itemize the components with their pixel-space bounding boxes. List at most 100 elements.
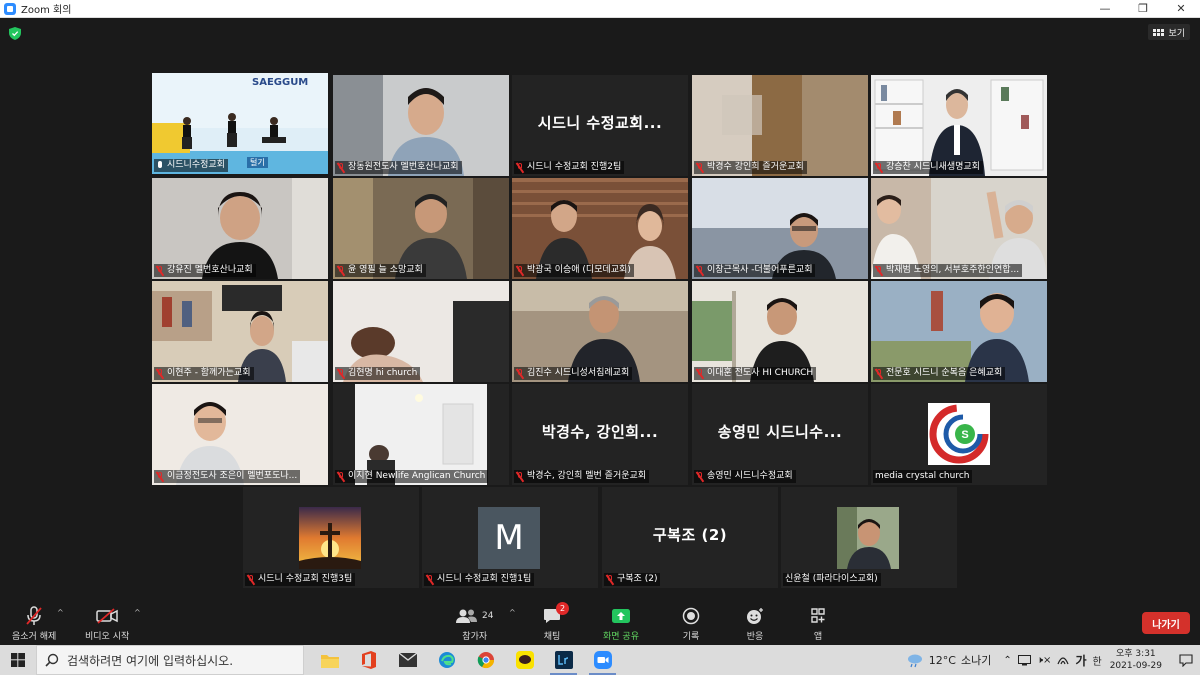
microphone-icon [156,160,164,171]
muted-microphone-icon [516,265,524,276]
muted-microphone-icon [337,368,345,379]
windows-start-button[interactable] [0,645,36,675]
display-icon[interactable] [1017,654,1031,666]
video-tile[interactable]: 전문호 시드니 순복음 은혜교회 [871,281,1047,382]
video-tile[interactable]: 이대훈 전도사 HI CHURCH [692,281,868,382]
unmute-button[interactable]: 음소거 해제 [12,606,56,642]
muted-microphone-icon [696,368,704,379]
video-tile[interactable]: M 시드니 수정교회 진행1팀 [422,487,598,588]
participant-name-tag: 전문호 시드니 순복음 은혜교회 [873,367,1006,380]
apps-icon [811,608,825,623]
taskbar-file-explorer[interactable] [310,645,349,675]
video-tile[interactable]: S media crystal church [871,384,1047,485]
muted-microphone-icon [696,162,704,173]
show-hidden-icons-icon[interactable]: ⌃ [1003,655,1011,666]
video-tile[interactable]: 강승찬 시드니새생명교회 [871,75,1047,176]
video-tile[interactable]: 시드니 수정교회... 시드니 수정교회 진행2팀 [512,75,688,176]
audio-options-caret-icon[interactable]: ^ [57,608,64,617]
notification-icon [1179,653,1193,667]
video-tile[interactable]: 이창근목사 -더불어푸른교회 [692,178,868,279]
video-tile[interactable]: 송영민 시드니수... 송영민 시드니수정교회 [692,384,868,485]
muted-microphone-icon [875,162,883,173]
muted-microphone-icon [696,471,704,482]
taskbar-office[interactable] [349,645,388,675]
view-button[interactable]: 보기 [1148,24,1190,40]
speaker-muted-icon[interactable]: 🕨× [1037,655,1052,666]
ime-korean-indicator[interactable]: 가 [1075,652,1086,669]
reactions-smiley-icon [747,608,763,624]
participant-name: 송영민 시드니수정교회 [707,471,793,481]
apps-button[interactable]: 앱 [810,606,826,642]
start-video-label: 비디오 시작 [85,632,130,642]
weather-temperature: 12°C [928,653,956,667]
video-tile[interactable]: 김진수 시드니성서침례교회 [512,281,688,382]
maximize-button[interactable]: ❐ [1124,0,1162,18]
taskbar-chrome[interactable] [466,645,505,675]
close-button[interactable]: ✕ [1162,0,1200,18]
muted-microphone-icon [426,574,434,585]
video-tile[interactable]: 이현주 - 함께가는교회 [152,281,328,382]
muted-microphone-icon [156,368,164,379]
participant-name-tag: 이현주 - 함께가는교회 [154,367,254,380]
video-tile[interactable]: 김현명 hi church [333,281,509,382]
participant-name: media crystal church [875,471,970,481]
taskbar-search-box[interactable]: 검색하려면 여기에 입력하십시오. [36,645,304,675]
minimize-button[interactable]: — [1086,0,1124,18]
leave-meeting-button[interactable]: 나가기 [1142,612,1190,634]
video-options-caret-icon[interactable]: ^ [134,608,141,617]
participant-name: 이현주 - 함께가는교회 [167,368,251,378]
muted-microphone-icon [516,471,524,482]
share-screen-button[interactable]: 화면 공유 [603,606,639,642]
shield-icon[interactable] [9,27,21,40]
participants-options-caret-icon[interactable]: ^ [509,608,516,617]
muted-microphone-icon [337,162,345,173]
chat-button[interactable]: 2 채팅 [543,602,569,642]
reactions-button[interactable]: 반응 [745,606,765,642]
start-video-button[interactable]: 비디오 시작 [85,606,129,642]
video-tile[interactable]: 구복조 (2) 구복조 (2) [602,487,778,588]
video-tile[interactable]: 박재범 노영의, 서부호주한인연합... [871,178,1047,279]
record-button[interactable]: 기록 [682,606,700,642]
participant-name-tag: 이창근목사 -더불어푸른교회 [694,264,816,277]
video-tile[interactable]: 박광국 이승애 (디모데교회) [512,178,688,279]
participant-display-name: 구복조 (2) [652,526,728,544]
participant-name-tag: 김진수 시드니성서침례교회 [514,367,633,380]
cross-sunset-avatar [299,507,361,569]
video-tile[interactable]: 이지현 Newlife Anglican Church [333,384,509,485]
participant-name: 강승찬 시드니새생명교회 [886,162,980,172]
participant-name-tag: 이금정전도사 조은이 멜번포도나... [154,470,301,483]
window-title: Zoom 회의 [21,5,72,16]
taskbar-mail[interactable] [388,645,427,675]
participant-name-tag: 이지현 Newlife Anglican Church [335,470,489,483]
taskbar-zoom[interactable] [583,645,622,675]
participant-name: 이금정전도사 조은이 멜번포도나... [167,471,298,481]
network-icon[interactable] [1057,654,1069,666]
record-label: 기록 [682,632,700,642]
participants-button[interactable]: 24 참가자 [456,606,493,642]
video-tile[interactable]: 시드니 수정교회 진행3팀 [243,487,419,588]
ime-mode-indicator[interactable]: 한 [1092,653,1101,668]
video-tile[interactable]: 박경수, 강인희... 박경수, 강인희 멜번 즐거운교회 [512,384,688,485]
weather-widget[interactable]: 12°C 소나기 [906,652,991,668]
video-tile[interactable]: SAEGGUM 털기 시드니수정교회 [152,73,328,174]
muted-microphone-icon [156,471,164,482]
video-tile[interactable]: 장동원전도사 멜번호산나교회 [333,75,509,176]
video-tile[interactable]: 윤 영필 늘 소망교회 [333,178,509,279]
participant-name: 시드니 수정교회 진행3팀 [258,574,353,584]
taskbar-clock[interactable]: 오후 3:31 2021-09-29 [1110,648,1162,672]
participant-name: 전문호 시드니 순복음 은혜교회 [886,368,1003,378]
participant-count: 24 [482,611,494,621]
search-icon [45,653,59,667]
video-tile[interactable]: 이금정전도사 조은이 멜번포도나... [152,384,328,485]
participant-name-tag: media crystal church [873,470,973,483]
notifications-button[interactable] [1172,653,1200,667]
video-tile[interactable]: 강유진 멜번호산나교회 [152,178,328,279]
taskbar-kakaotalk[interactable] [505,645,544,675]
muted-microphone-icon [337,471,345,482]
taskbar-lightroom[interactable] [544,645,583,675]
video-tile[interactable]: 신윤철 (파라다이스교회) [781,487,957,588]
video-tile[interactable]: 박경수 강인희 즐거운교회 [692,75,868,176]
participant-name-tag: 박경수, 강인희 멜번 즐거운교회 [514,470,650,483]
taskbar-edge[interactable] [427,645,466,675]
record-icon [682,607,700,625]
